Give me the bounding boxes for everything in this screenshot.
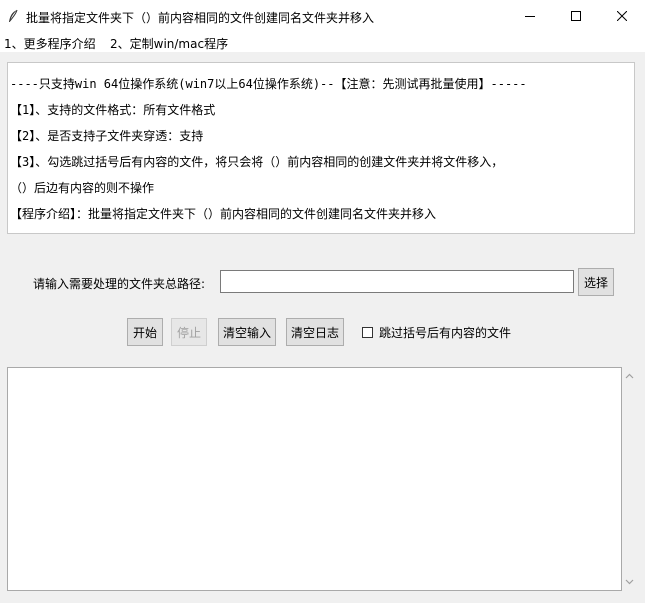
clear-input-button[interactable]: 清空输入	[218, 318, 276, 346]
window-title: 批量将指定文件夹下（）前内容相同的文件创建同名文件夹并移入	[26, 11, 375, 25]
scroll-up-button[interactable]	[622, 369, 636, 383]
info-panel: ----只支持win 64位操作系统(win7以上64位操作系统)--【注意：先…	[7, 62, 635, 234]
minimize-icon	[525, 16, 535, 17]
maximize-icon	[571, 11, 581, 21]
chevron-up-icon	[625, 373, 633, 379]
skip-checkbox[interactable]: 跳过括号后有内容的文件	[362, 324, 511, 340]
info-line-skip-rule: 【3】、勾选跳过括号后有内容的文件，将只会将（）前内容相同的创建文件夹并将文件移…	[10, 155, 504, 169]
log-scrollbar[interactable]	[622, 367, 636, 591]
feather-icon	[9, 9, 18, 22]
info-line-program-intro: 【程序介绍】：批量将指定文件夹下（）前内容相同的文件创建同名文件夹并移入	[10, 207, 437, 221]
maximize-button[interactable]	[553, 0, 599, 32]
path-input[interactable]	[220, 270, 574, 293]
minimize-button[interactable]	[507, 0, 553, 32]
browse-button[interactable]: 选择	[578, 268, 614, 296]
close-icon	[617, 11, 627, 21]
stop-button: 停止	[171, 318, 207, 346]
title-bar: 批量将指定文件夹下（）前内容相同的文件创建同名文件夹并移入	[0, 0, 645, 32]
menu-bar: 1、更多程序介绍 2、定制win/mac程序	[0, 32, 645, 52]
skip-checkbox-label[interactable]: 跳过括号后有内容的文件	[379, 324, 511, 341]
scroll-down-button[interactable]	[622, 575, 636, 589]
menu-item-custom-program[interactable]: 2、定制win/mac程序	[110, 35, 228, 52]
close-button[interactable]	[599, 0, 645, 32]
info-line-skip-rule-cont: （）后边有内容的则不操作	[10, 181, 155, 195]
info-line-subfolder: 【2】、是否支持子文件夹穿透：支持	[10, 129, 204, 143]
menu-item-more-programs[interactable]: 1、更多程序介绍	[4, 35, 96, 52]
chevron-down-icon	[625, 579, 633, 585]
log-textarea[interactable]	[7, 367, 622, 591]
clear-log-button[interactable]: 清空日志	[286, 318, 344, 346]
start-button[interactable]: 开始	[127, 318, 163, 346]
path-label: 请输入需要处理的文件夹总路径:	[33, 277, 206, 291]
info-line-os-notice: ----只支持win 64位操作系统(win7以上64位操作系统)--【注意：先…	[10, 77, 527, 91]
info-line-file-formats: 【1】、支持的文件格式：所有文件格式	[10, 103, 216, 117]
skip-checkbox-box[interactable]	[362, 326, 373, 338]
